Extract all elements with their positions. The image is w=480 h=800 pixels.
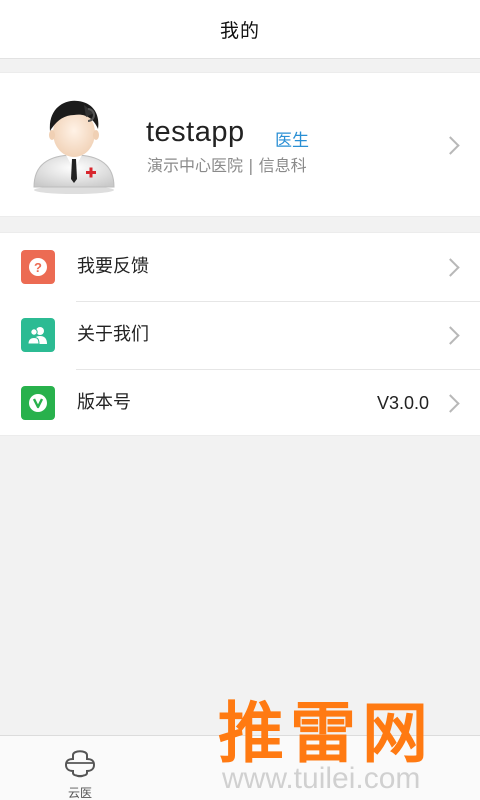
bottom-tab-bar: 云医 [0, 735, 480, 800]
menu-item-feedback[interactable]: ? 我要反馈 [0, 233, 480, 301]
users-icon [21, 318, 55, 352]
chevron-right-icon [441, 258, 460, 277]
affiliation: 演示中心医院 | 信息科 [147, 152, 307, 176]
avatar [28, 95, 120, 195]
role-badge: 医生 [275, 131, 309, 151]
menu-item-about[interactable]: 关于我们 [0, 301, 480, 369]
hospital-name: 演示中心医院 [147, 156, 244, 175]
page-title: 我的 [219, 19, 260, 42]
chevron-right-icon [441, 136, 460, 155]
tab-cloud-medical[interactable]: 云医 [48, 736, 112, 800]
affiliation-separator: | [248, 156, 254, 175]
username: testapp [146, 116, 245, 148]
chevron-right-icon [441, 394, 460, 413]
department-name: 信息科 [258, 156, 307, 175]
settings-menu: ? 我要反馈 关于我们 版本号 V3.0.0 [0, 232, 480, 436]
app-root: 我的 testapp 医生 演示中心医院 | 信息科 ? 我要反馈 关于我们 版… [0, 0, 480, 800]
tab-label: 云医 [67, 786, 92, 800]
question-icon: ? [21, 250, 55, 284]
top-bar: 我的 [0, 0, 480, 59]
v-icon [21, 386, 55, 420]
profile-card[interactable]: testapp 医生 演示中心医院 | 信息科 [0, 72, 480, 217]
cloud-medical-icon [64, 750, 96, 778]
svg-text:?: ? [34, 260, 42, 275]
menu-item-label: 版本号 [77, 392, 131, 413]
doctor-avatar-icon [33, 100, 115, 194]
menu-item-label: 关于我们 [77, 324, 149, 345]
menu-item-version[interactable]: 版本号 V3.0.0 [0, 369, 480, 437]
version-value: V3.0.0 [376, 393, 429, 413]
menu-item-label: 我要反馈 [77, 256, 149, 277]
chevron-right-icon [441, 326, 460, 345]
